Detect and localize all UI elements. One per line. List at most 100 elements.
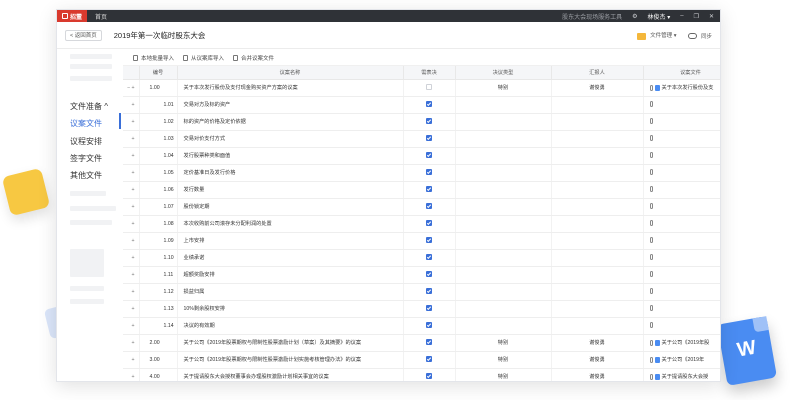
paperclip-icon[interactable]: [649, 322, 653, 329]
proposal-file-name[interactable]: 关于本次发行股份及支: [662, 85, 714, 91]
vote-checkbox[interactable]: [426, 356, 432, 363]
table-row[interactable]: +1.12 损益归属: [123, 283, 720, 301]
paperclip-icon[interactable]: [649, 152, 653, 159]
paperclip-icon[interactable]: [649, 220, 653, 227]
paperclip-icon[interactable]: [649, 237, 653, 244]
table-row[interactable]: +1.13 10%剩余股权安排: [123, 300, 720, 318]
paperclip-icon[interactable]: [649, 169, 653, 176]
vote-checkbox[interactable]: [426, 339, 432, 346]
paperclip-icon[interactable]: [649, 271, 653, 278]
proposal-name[interactable]: 10%剩余股权安排: [177, 300, 404, 318]
table-row[interactable]: +1.01 交易对方及标的资产: [123, 96, 720, 114]
proposal-name[interactable]: 超额奖励安排: [177, 266, 404, 284]
expand-toggle[interactable]: +: [123, 283, 140, 301]
vote-checkbox[interactable]: [426, 84, 432, 91]
tab-home[interactable]: 首页: [95, 12, 107, 21]
sync-button[interactable]: 同步: [688, 32, 712, 40]
table-row[interactable]: +1.10 业绩承诺: [123, 249, 720, 267]
expand-toggle[interactable]: +: [123, 317, 140, 335]
expand-toggle[interactable]: +: [123, 164, 140, 182]
proposal-name[interactable]: 关于公司《2019年股票期权与限制性股票激励计划（草案）及其摘要》的议案: [177, 334, 404, 352]
expand-toggle[interactable]: +: [123, 300, 140, 318]
proposal-file-name[interactable]: 关于公司《2019年: [662, 357, 705, 363]
table-row[interactable]: +1.11 超额奖励安排: [123, 266, 720, 284]
table-row[interactable]: − +1.00 关于本次发行股份及支付现金购买资产方案的议案 特别 谢俊勇 关于本次发行…: [123, 79, 720, 97]
back-home-button[interactable]: < 返回首页: [65, 29, 102, 41]
table-row[interactable]: +1.08 本次收购前公司滚存未分配利润的处置: [123, 215, 720, 233]
table-row[interactable]: +4.00 关于提请股东大会授权董事会办理股权激励计划相关事宜的议案 特别 谢俊勇 关于…: [123, 368, 720, 381]
vote-checkbox[interactable]: [426, 152, 432, 159]
vote-checkbox[interactable]: [426, 186, 432, 193]
minimize-icon[interactable]: –: [680, 13, 683, 19]
proposal-name[interactable]: 损益归属: [177, 283, 404, 301]
vote-checkbox[interactable]: [426, 288, 432, 295]
expand-toggle[interactable]: +: [123, 181, 140, 199]
expand-toggle[interactable]: − +: [123, 79, 140, 97]
local-import-button[interactable]: 本地批量导入: [133, 54, 174, 62]
proposal-name[interactable]: 关于本次发行股份及支付现金购买资产方案的议案: [177, 79, 404, 97]
sidebar-item-other-files[interactable]: 其他文件: [70, 170, 102, 181]
table-row[interactable]: +1.04 发行股票种类和面值: [123, 147, 720, 165]
paperclip-icon[interactable]: [649, 356, 653, 363]
paperclip-icon[interactable]: [649, 84, 653, 91]
expand-toggle[interactable]: +: [123, 215, 140, 233]
proposal-file-name[interactable]: 关于提请股东大会授: [662, 374, 709, 380]
paperclip-icon[interactable]: [649, 118, 653, 125]
vote-checkbox[interactable]: [426, 373, 432, 380]
expand-toggle[interactable]: +: [123, 198, 140, 216]
vote-checkbox[interactable]: [426, 254, 432, 261]
proposal-name[interactable]: 关于提请股东大会授权董事会办理股权激励计划相关事宜的议案: [177, 368, 404, 381]
table-row[interactable]: +1.05 定价基准日及发行价格: [123, 164, 720, 182]
vote-checkbox[interactable]: [426, 271, 432, 278]
expand-toggle[interactable]: +: [123, 147, 140, 165]
proposal-name[interactable]: 交易对方及标的资产: [177, 96, 404, 114]
table-row[interactable]: +1.09 上市安排: [123, 232, 720, 250]
paperclip-icon[interactable]: [649, 254, 653, 261]
proposal-name[interactable]: 发行股票种类和面值: [177, 147, 404, 165]
proposal-name[interactable]: 上市安排: [177, 232, 404, 250]
library-import-button[interactable]: 从议案库导入: [183, 54, 224, 62]
expand-toggle[interactable]: +: [123, 96, 140, 114]
expand-toggle[interactable]: +: [123, 232, 140, 250]
paperclip-icon[interactable]: [649, 203, 653, 210]
table-row[interactable]: +3.00 关于公司《2019年股票期权与限制性股票激励计划实施考核管理办法》的议…: [123, 351, 720, 369]
sidebar-item-sign-files[interactable]: 签字文件: [70, 153, 102, 164]
paperclip-icon[interactable]: [649, 101, 653, 108]
paperclip-icon[interactable]: [649, 339, 653, 346]
vote-checkbox[interactable]: [426, 322, 432, 329]
table-row[interactable]: +1.06 发行数量: [123, 181, 720, 199]
paperclip-icon[interactable]: [649, 373, 653, 380]
expand-toggle[interactable]: +: [123, 266, 140, 284]
vote-checkbox[interactable]: [426, 237, 432, 244]
vote-checkbox[interactable]: [426, 101, 432, 108]
vote-checkbox[interactable]: [426, 135, 432, 142]
settings-gear-icon[interactable]: ⚙: [632, 13, 637, 20]
sidebar-section-file-prep[interactable]: 文件准备 ^: [70, 101, 108, 112]
vote-checkbox[interactable]: [426, 118, 432, 125]
expand-toggle[interactable]: +: [123, 368, 140, 381]
expand-toggle[interactable]: +: [123, 249, 140, 267]
vote-checkbox[interactable]: [426, 203, 432, 210]
table-row[interactable]: +2.00 关于公司《2019年股票期权与限制性股票激励计划（草案）及其摘要》的议…: [123, 334, 720, 352]
vote-checkbox[interactable]: [426, 220, 432, 227]
file-manage-button[interactable]: 文件管理 ▾: [636, 31, 676, 40]
paperclip-icon[interactable]: [649, 135, 653, 142]
table-row[interactable]: +1.07 股份锁定期: [123, 198, 720, 216]
vote-checkbox[interactable]: [426, 169, 432, 176]
restore-icon[interactable]: ❐: [694, 13, 699, 20]
proposal-name[interactable]: 股份锁定期: [177, 198, 404, 216]
proposal-file-name[interactable]: 关于公司《2019年股: [662, 340, 710, 346]
proposal-name[interactable]: 业绩承诺: [177, 249, 404, 267]
user-menu[interactable]: 林俊杰 ▾: [648, 12, 671, 21]
expand-toggle[interactable]: +: [123, 113, 140, 131]
proposal-name[interactable]: 本次收购前公司滚存未分配利润的处置: [177, 215, 404, 233]
paperclip-icon[interactable]: [649, 305, 653, 312]
expand-toggle[interactable]: +: [123, 130, 140, 148]
proposal-name[interactable]: 定价基准日及发行价格: [177, 164, 404, 182]
proposal-name[interactable]: 关于公司《2019年股票期权与限制性股票激励计划实施考核管理办法》的议案: [177, 351, 404, 369]
expand-toggle[interactable]: +: [123, 334, 140, 352]
table-row[interactable]: +1.02 标的资产的价格及定价依据: [123, 113, 720, 131]
close-icon[interactable]: ✕: [709, 13, 714, 20]
sidebar-item-proposal-files[interactable]: 议案文件: [70, 118, 102, 129]
proposal-name[interactable]: 交易对价支付方式: [177, 130, 404, 148]
